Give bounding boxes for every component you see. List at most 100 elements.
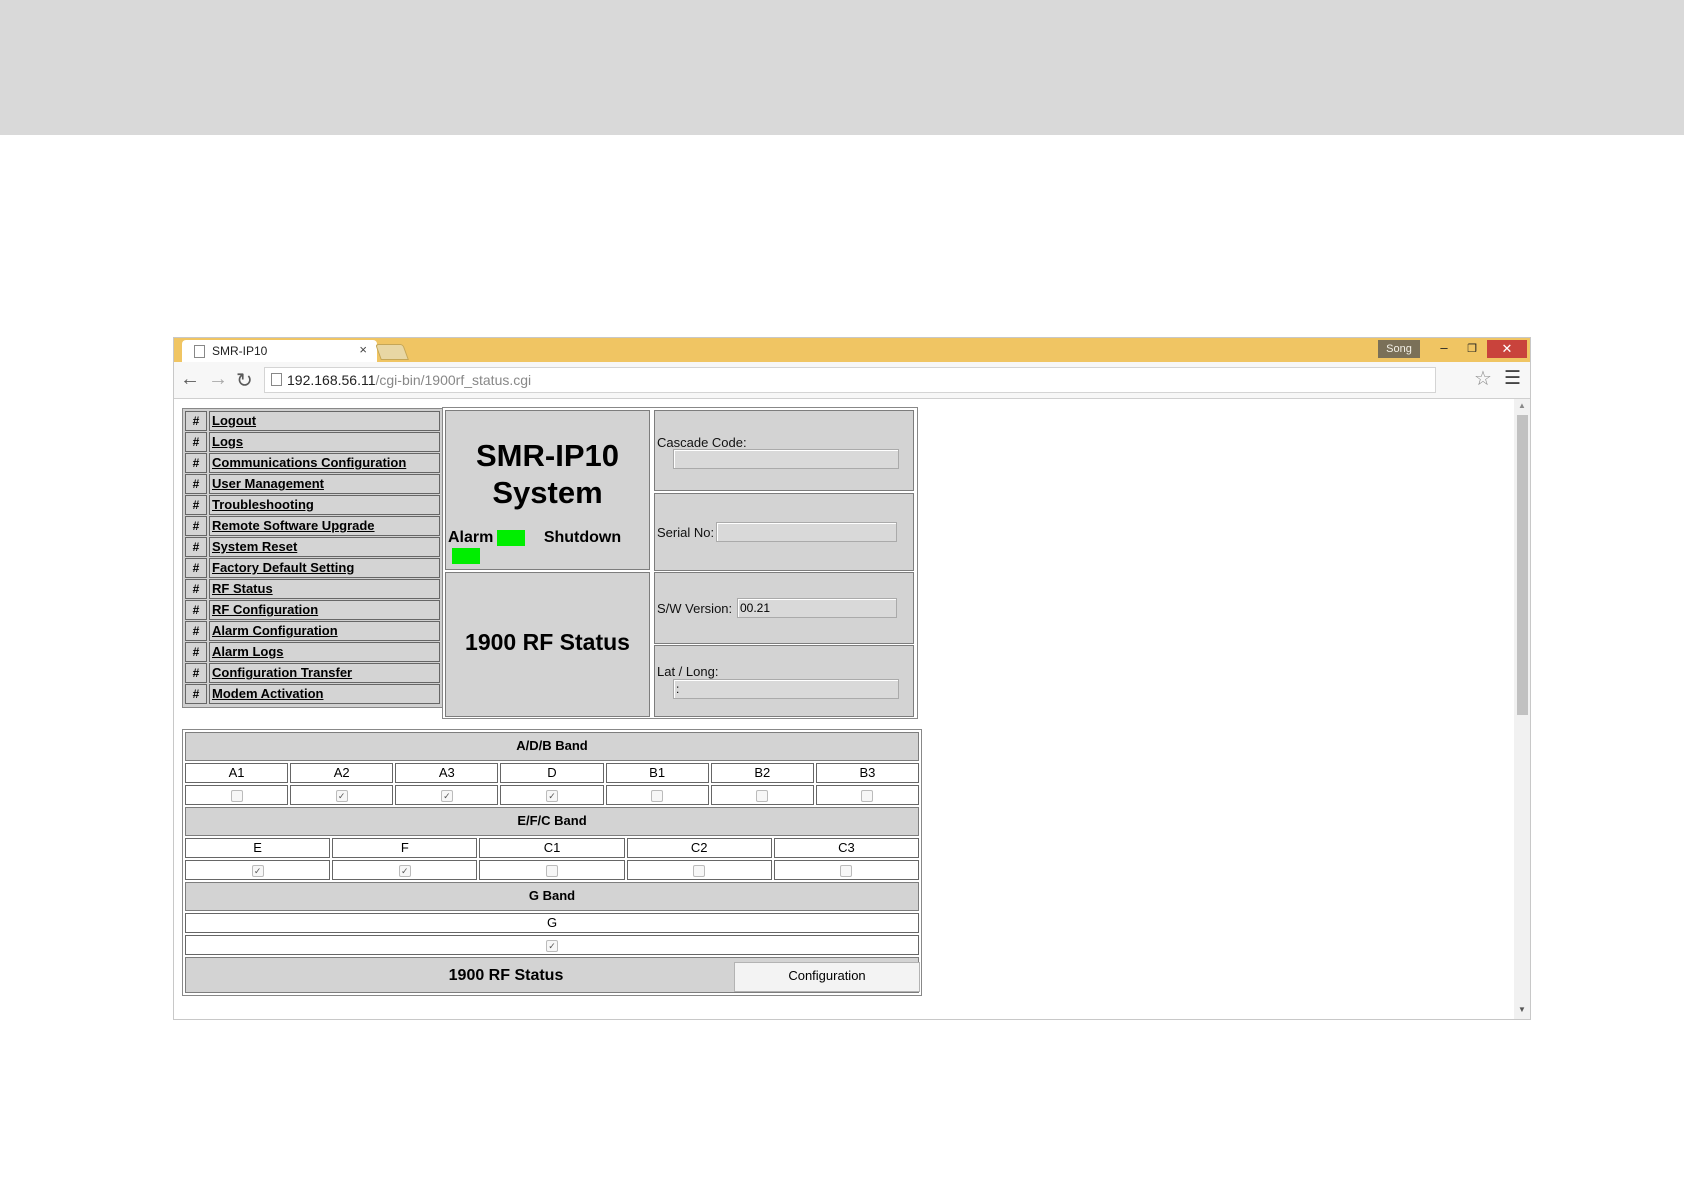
nav-link-system-reset[interactable]: System Reset bbox=[209, 537, 440, 557]
profile-badge[interactable]: Song bbox=[1378, 340, 1420, 358]
alarm-label: Alarm bbox=[448, 529, 494, 546]
nav-link-alarm-logs[interactable]: Alarm Logs bbox=[209, 642, 440, 662]
nav-link-logs[interactable]: Logs bbox=[209, 432, 440, 452]
close-tab-icon[interactable]: × bbox=[359, 342, 367, 357]
address-bar[interactable]: 192.168.56.11/cgi-bin/1900rf_status.cgi bbox=[264, 367, 1436, 393]
channel-checkbox[interactable] bbox=[546, 864, 558, 877]
channel-label: B2 bbox=[710, 763, 814, 783]
efc-band-section: E/F/C Band E F C1 C2 C3 ✓ ✓ bbox=[183, 807, 921, 880]
shutdown-indicator bbox=[452, 547, 480, 564]
lat-long-cell: Lat / Long: : bbox=[654, 645, 914, 717]
nav-link-troubleshooting[interactable]: Troubleshooting bbox=[209, 495, 440, 515]
g-band-section: G Band G ✓ bbox=[183, 882, 921, 955]
system-title-line2: System bbox=[492, 475, 603, 510]
nav-row: # RF Configuration bbox=[185, 600, 440, 620]
nav-link-rf-status[interactable]: RF Status bbox=[209, 579, 440, 599]
channel-label: A1 bbox=[185, 763, 289, 783]
reload-icon[interactable]: ↻ bbox=[236, 368, 253, 393]
indicator-row: Alarm Shutdown bbox=[448, 529, 649, 565]
band-table: A/D/B Band A1 A2 A3 D B1 B2 B3 ✓ ✓ ✓ E/F/C Band E F C… bbox=[182, 729, 922, 996]
browser-tab[interactable]: SMR-IP10 × bbox=[182, 340, 377, 362]
channel-label: E bbox=[185, 838, 331, 858]
nav-row: # Troubleshooting bbox=[185, 495, 440, 515]
vertical-scrollbar[interactable]: ▲ ▼ bbox=[1514, 399, 1530, 1019]
page-icon bbox=[194, 345, 205, 358]
channel-label-row: G bbox=[185, 913, 919, 933]
url-text: 192.168.56.11/cgi-bin/1900rf_status.cgi bbox=[287, 372, 531, 388]
nav-row: # Configuration Transfer bbox=[185, 663, 440, 683]
nav-link-remote-software-upgrade[interactable]: Remote Software Upgrade bbox=[209, 516, 440, 536]
channel-checkbox[interactable] bbox=[693, 864, 706, 877]
forward-arrow-icon[interactable]: → bbox=[208, 368, 228, 391]
serial-no-label: Serial No: bbox=[657, 525, 715, 540]
nav-row: # Communications Configuration bbox=[185, 453, 440, 473]
channel-checkbox-cell: ✓ bbox=[290, 785, 394, 805]
sw-version-cell: S/W Version: 00.21 bbox=[654, 572, 914, 644]
nav-hash-marker: # bbox=[185, 684, 207, 704]
serial-no-cell: Serial No: bbox=[654, 493, 914, 571]
nav-hash-marker: # bbox=[185, 600, 207, 620]
channel-checkbox[interactable]: ✓ bbox=[398, 864, 411, 877]
window-close-icon[interactable]: ✕ bbox=[1487, 340, 1527, 358]
channel-checkbox-row: ✓ ✓ bbox=[185, 860, 920, 880]
nav-hash-marker: # bbox=[185, 579, 207, 599]
nav-link-configuration-transfer[interactable]: Configuration Transfer bbox=[209, 663, 440, 683]
band-title: A/D/B Band bbox=[185, 732, 919, 761]
shutdown-label: Shutdown bbox=[543, 529, 622, 546]
channel-checkbox[interactable]: ✓ bbox=[251, 864, 264, 877]
browser-window: SMR-IP10 × Song – ❐ ✕ ← → ↻ 192.168.56.1… bbox=[174, 338, 1530, 1019]
page-title-cell: 1900 RF Status bbox=[445, 572, 650, 717]
nav-hash-marker: # bbox=[185, 453, 207, 473]
back-arrow-icon[interactable]: ← bbox=[180, 368, 200, 391]
channel-label: C1 bbox=[479, 838, 625, 858]
cascade-code-field[interactable] bbox=[673, 449, 899, 469]
channel-checkbox[interactable]: ✓ bbox=[546, 939, 558, 952]
nav-link-factory-default-setting[interactable]: Factory Default Setting bbox=[209, 558, 440, 578]
nav-link-user-management[interactable]: User Management bbox=[209, 474, 440, 494]
nav-row: # Alarm Logs bbox=[185, 642, 440, 662]
scrollbar-thumb[interactable] bbox=[1517, 415, 1528, 715]
minimize-icon[interactable]: – bbox=[1430, 340, 1458, 358]
channel-checkbox[interactable] bbox=[230, 789, 243, 802]
system-title-line1: SMR-IP10 bbox=[476, 438, 619, 473]
system-title-cell: SMR-IP10 System Alarm Shutdown bbox=[445, 410, 650, 570]
channel-checkbox[interactable] bbox=[651, 789, 664, 802]
channel-checkbox[interactable] bbox=[756, 789, 769, 802]
nav-menu: # Logout # Logs # Communications Configuratio… bbox=[182, 408, 443, 708]
band-title: G Band bbox=[185, 882, 919, 911]
nav-link-alarm-configuration[interactable]: Alarm Configuration bbox=[209, 621, 440, 641]
configuration-button[interactable]: Configuration bbox=[734, 962, 920, 992]
channel-checkbox[interactable] bbox=[861, 789, 874, 802]
scroll-down-arrow-icon[interactable]: ▼ bbox=[1518, 1005, 1526, 1014]
sw-version-field[interactable]: 00.21 bbox=[737, 598, 897, 618]
nav-row: # System Reset bbox=[185, 537, 440, 557]
restore-icon[interactable]: ❐ bbox=[1458, 340, 1486, 358]
channel-checkbox[interactable]: ✓ bbox=[545, 789, 558, 802]
menu-icon[interactable]: ☰ bbox=[1504, 367, 1521, 390]
channel-checkbox[interactable] bbox=[840, 864, 853, 877]
new-tab-button[interactable] bbox=[375, 344, 409, 360]
nav-link-logout[interactable]: Logout bbox=[209, 411, 440, 431]
system-info-panel: SMR-IP10 System Alarm Shutdown 1900 RF S… bbox=[442, 407, 918, 719]
serial-no-field[interactable] bbox=[716, 522, 897, 542]
channel-checkbox[interactable]: ✓ bbox=[440, 789, 453, 802]
scroll-up-arrow-icon[interactable]: ▲ bbox=[1518, 401, 1526, 410]
lat-long-field[interactable]: : bbox=[673, 679, 899, 699]
top-background-band bbox=[0, 0, 1684, 135]
nav-row: # Alarm Configuration bbox=[185, 621, 440, 641]
nav-hash-marker: # bbox=[185, 558, 207, 578]
nav-hash-marker: # bbox=[185, 537, 207, 557]
nav-hash-marker: # bbox=[185, 432, 207, 452]
nav-link-communications-configuration[interactable]: Communications Configuration bbox=[209, 453, 440, 473]
alarm-indicator bbox=[497, 529, 526, 546]
channel-checkbox[interactable]: ✓ bbox=[335, 789, 348, 802]
nav-link-modem-activation[interactable]: Modem Activation bbox=[209, 684, 440, 704]
nav-row: # Logs bbox=[185, 432, 440, 452]
bookmark-star-icon[interactable]: ☆ bbox=[1474, 366, 1492, 391]
nav-link-rf-configuration[interactable]: RF Configuration bbox=[209, 600, 440, 620]
channel-label: F bbox=[332, 838, 478, 858]
channel-label: B3 bbox=[815, 763, 919, 783]
channel-checkbox-cell bbox=[479, 860, 625, 880]
page-content: # Logout # Logs # Communications Configuratio… bbox=[174, 399, 1514, 1019]
channel-checkbox-cell: ✓ bbox=[332, 860, 478, 880]
